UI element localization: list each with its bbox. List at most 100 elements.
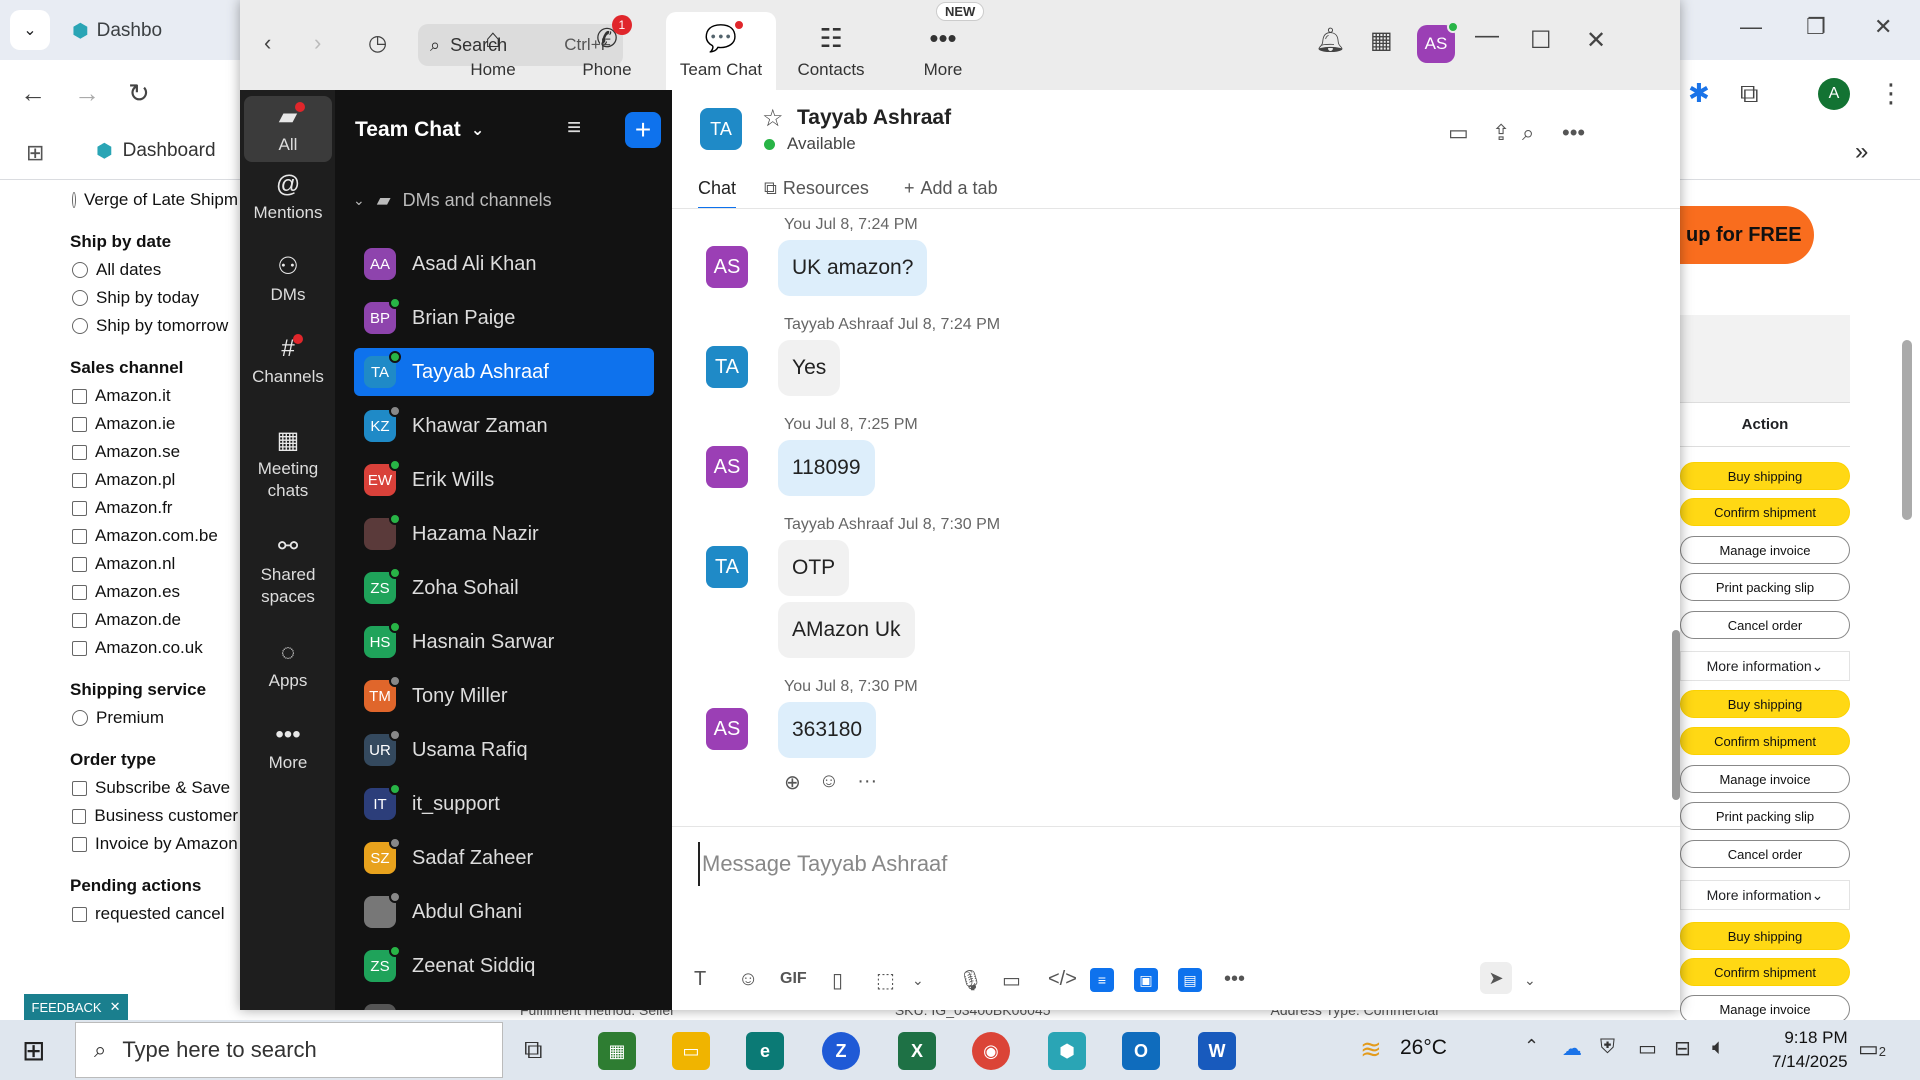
filter-option[interactable]: Amazon.de bbox=[72, 610, 238, 630]
filter-option[interactable]: Verge of Late Shipm bbox=[72, 190, 238, 210]
checkbox[interactable] bbox=[72, 416, 87, 432]
dms-section-header[interactable]: ⌄ ▰ DMs and channels bbox=[353, 190, 552, 211]
history-icon[interactable]: ◷ bbox=[368, 30, 387, 56]
more-information-button[interactable]: More information ⌄ bbox=[1680, 651, 1850, 681]
contact-item[interactable]: HS Hasnain Sarwar bbox=[354, 618, 654, 666]
rail-mentions[interactable]: @ Mentions bbox=[244, 173, 332, 224]
checkbox[interactable] bbox=[72, 388, 87, 404]
apps-grid-icon[interactable]: ⊞ bbox=[26, 140, 44, 166]
close-icon[interactable]: ✕ bbox=[1874, 14, 1892, 40]
action-button[interactable]: Print packing slip bbox=[1680, 802, 1850, 830]
forward-icon[interactable]: → bbox=[74, 78, 100, 109]
message-bubble[interactable]: AMazon Uk bbox=[778, 602, 915, 658]
chevron-down-icon[interactable]: ⌄ bbox=[912, 972, 924, 989]
onedrive-icon[interactable]: ☁ bbox=[1562, 1036, 1582, 1061]
contact-item[interactable]: ZS Zoha Sohail bbox=[354, 564, 654, 612]
chevron-right-icon[interactable]: » bbox=[1855, 138, 1868, 166]
puzzle-icon[interactable]: ⧉ bbox=[1740, 78, 1759, 110]
checkbox[interactable] bbox=[72, 556, 87, 572]
contact-item[interactable]: ZS Zeenat Siddiq bbox=[354, 942, 654, 990]
browser-tab[interactable]: ⬢ Dashbo bbox=[72, 14, 162, 48]
reply-icon[interactable]: ⊕ bbox=[784, 770, 801, 795]
checkbox[interactable] bbox=[72, 612, 87, 628]
rail-channels[interactable]: # Channels bbox=[244, 334, 332, 388]
battery-icon[interactable]: ▭ bbox=[1638, 1036, 1657, 1061]
rail-apps[interactable]: ◌ Apps bbox=[244, 641, 332, 692]
weather-icon[interactable]: ≋ bbox=[1360, 1034, 1382, 1065]
security-icon[interactable]: ⛨ bbox=[1600, 1036, 1615, 1059]
message-avatar[interactable]: TA bbox=[706, 346, 748, 388]
checkbox[interactable] bbox=[72, 444, 87, 460]
menu-icon[interactable]: ⋮ bbox=[1878, 78, 1904, 109]
page-scrollbar[interactable] bbox=[1900, 190, 1914, 1010]
radio-button[interactable] bbox=[72, 318, 88, 334]
chevron-down-icon[interactable]: ⌄ bbox=[1524, 972, 1536, 989]
action-button[interactable]: Cancel order bbox=[1680, 840, 1850, 868]
tab-contacts[interactable]: ☷ Contacts bbox=[776, 12, 886, 90]
tab-home[interactable]: ⌂ Home bbox=[438, 12, 548, 90]
tab-search-button[interactable]: ⌄ bbox=[10, 10, 50, 50]
file-icon[interactable]: ▯ bbox=[832, 968, 843, 993]
contact-item[interactable]: KZ Khawar Zaman bbox=[354, 402, 654, 450]
tab-resources[interactable]: ⧉ Resources bbox=[764, 178, 869, 199]
checkbox[interactable] bbox=[72, 500, 87, 516]
clock[interactable]: 9:18 PM 7/14/2025 bbox=[1772, 1026, 1848, 1074]
file-explorer-icon[interactable]: ▭ bbox=[672, 1032, 710, 1070]
contact-item[interactable]: AA Asad Ali Khan bbox=[354, 240, 654, 288]
signup-banner[interactable]: up for FREE bbox=[1680, 206, 1814, 264]
restore-icon[interactable]: ❐ bbox=[1806, 14, 1826, 40]
scroll-thumb[interactable] bbox=[1902, 340, 1912, 520]
filter-option[interactable]: Amazon.nl bbox=[72, 554, 238, 574]
excel-icon[interactable]: X bbox=[898, 1032, 936, 1070]
filter-option[interactable]: Ship by tomorrow bbox=[72, 316, 238, 336]
video-call-icon[interactable]: ▭ bbox=[1448, 120, 1469, 146]
back-icon[interactable]: ‹ bbox=[264, 30, 271, 56]
network-icon[interactable]: ⊟ bbox=[1674, 1036, 1691, 1061]
action-button[interactable]: Manage invoice bbox=[1680, 995, 1850, 1020]
filter-option[interactable]: All dates bbox=[72, 260, 238, 280]
action-button[interactable]: Confirm shipment bbox=[1680, 958, 1850, 986]
minimize-icon[interactable]: — bbox=[1740, 14, 1762, 40]
message-avatar[interactable]: TA bbox=[706, 546, 748, 588]
checkbox[interactable] bbox=[72, 584, 87, 600]
share-screen-icon[interactable]: ⇪ bbox=[1492, 120, 1510, 146]
close-icon[interactable]: ✕ bbox=[110, 999, 121, 1015]
chat-scrollbar[interactable] bbox=[1672, 630, 1680, 800]
rail-meeting-chats[interactable]: ▦ Meeting chats bbox=[244, 429, 332, 502]
filter-option[interactable]: Subscribe & Save bbox=[72, 778, 238, 798]
message-avatar[interactable]: AS bbox=[706, 708, 748, 750]
radio-button[interactable] bbox=[72, 262, 88, 278]
contact-item[interactable]: SZ Sadaf Zaheer bbox=[354, 834, 654, 882]
filter-option[interactable]: requested cancel bbox=[72, 904, 238, 924]
message-avatar[interactable]: AS bbox=[706, 446, 748, 488]
checkbox[interactable] bbox=[72, 836, 87, 852]
forward-icon[interactable]: › bbox=[314, 30, 321, 56]
emoji-icon[interactable]: ☺ bbox=[738, 968, 758, 991]
back-icon[interactable]: ← bbox=[20, 78, 46, 109]
search-icon[interactable]: ⌕ bbox=[1522, 120, 1534, 146]
message-bubble[interactable]: 363180 bbox=[778, 702, 877, 758]
contact-item[interactable]: TA Tayyab Ashraaf bbox=[354, 348, 654, 396]
filter-option[interactable]: Business customer bbox=[72, 806, 238, 826]
list-title[interactable]: Team Chat ⌄ bbox=[355, 118, 484, 142]
filter-option[interactable]: Amazon.ie bbox=[72, 414, 238, 434]
action-button[interactable]: Buy shipping bbox=[1680, 922, 1850, 950]
doc-app-icon[interactable]: ≡ bbox=[1090, 968, 1114, 992]
zoom-app-icon[interactable]: Z bbox=[822, 1032, 860, 1070]
contact-item[interactable]: IT it_support bbox=[354, 780, 654, 828]
bell-icon[interactable]: 🔔︎ bbox=[1315, 26, 1345, 55]
microphone-icon[interactable]: 🎙︎ bbox=[958, 968, 983, 993]
notification-icon[interactable]: ▭2 bbox=[1858, 1036, 1886, 1062]
message-input[interactable] bbox=[698, 842, 1638, 886]
whiteboard-app-icon[interactable]: ▣ bbox=[1134, 968, 1158, 992]
filter-option[interactable]: Amazon.es bbox=[72, 582, 238, 602]
feedback-button[interactable]: FEEDBACK ✕ bbox=[24, 994, 128, 1020]
notes-app-icon[interactable]: ▤ bbox=[1178, 968, 1202, 992]
filter-option[interactable]: Ship by today bbox=[72, 288, 238, 308]
rail-all[interactable]: ▰ All bbox=[244, 96, 332, 162]
windows-start-icon[interactable]: ⊞ bbox=[22, 1034, 45, 1067]
filter-option[interactable]: Invoice by Amazon bbox=[72, 834, 238, 854]
task-view-icon[interactable]: ⧉ bbox=[524, 1034, 543, 1066]
more-tools-icon[interactable]: ••• bbox=[1224, 968, 1245, 991]
radio-button[interactable] bbox=[72, 192, 76, 208]
